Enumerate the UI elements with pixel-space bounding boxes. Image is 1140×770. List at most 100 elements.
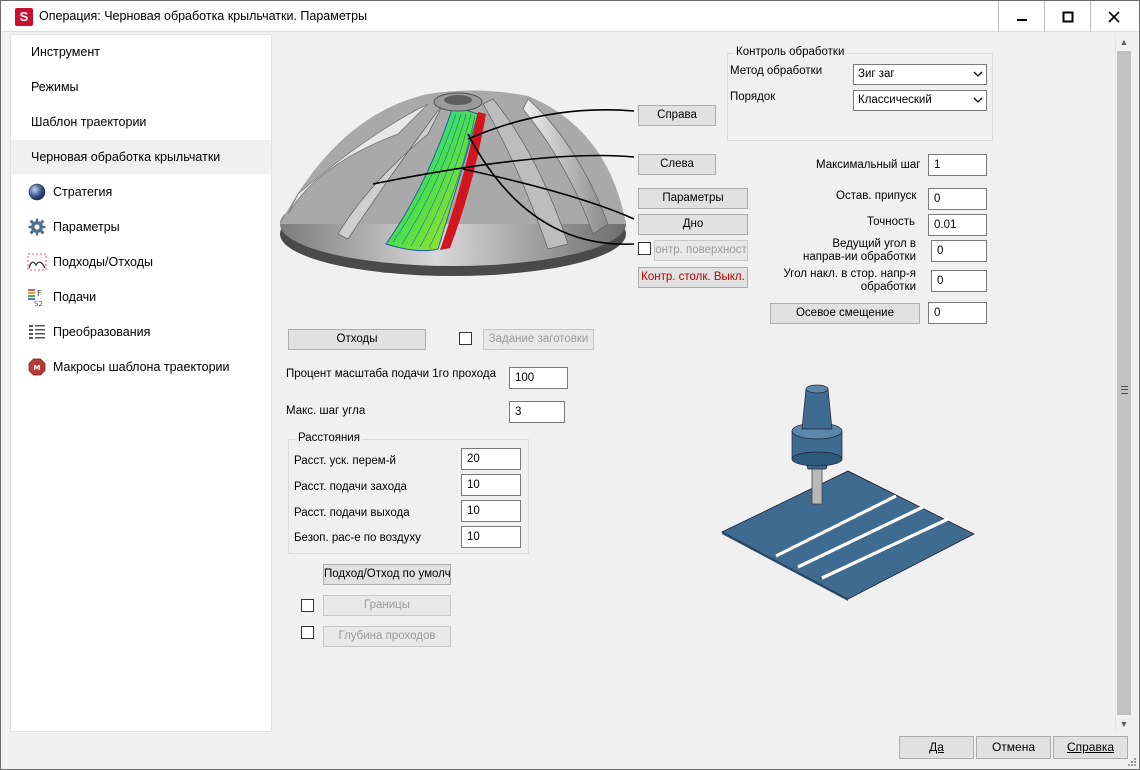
rapid-distance-input[interactable]: 20 — [461, 448, 521, 470]
sphere-icon — [27, 182, 47, 202]
feed-icon: F S2 — [27, 287, 47, 307]
svg-text:M: M — [34, 364, 41, 372]
sidebar-item-label: Преобразования — [53, 325, 151, 339]
sidebar-item-transforms[interactable]: Преобразования — [11, 315, 271, 349]
sidebar-item-toolpath-template[interactable]: Шаблон траектории — [11, 105, 271, 139]
cancel-button[interactable]: Отмена — [976, 736, 1051, 759]
grip-icon — [1121, 386, 1128, 394]
sidebar-item-label: Черновая обработка крыльчатки — [31, 150, 221, 164]
minimize-icon — [1016, 19, 1027, 21]
svg-text:S2: S2 — [34, 300, 43, 307]
tool-illustration — [721, 384, 975, 601]
approach-feed-input[interactable]: 10 — [461, 474, 521, 496]
impeller-illustration — [280, 90, 635, 276]
allowance-input[interactable]: 0 — [928, 188, 987, 210]
title-bar[interactable]: S Операция: Черновая обработка крыльчатк… — [1, 1, 1139, 32]
sidebar-item-strategy[interactable]: Стратегия — [11, 175, 271, 209]
approach-feed-label: Расст. подачи захода — [294, 481, 407, 493]
sidebar-item-label: Макросы шаблона траектории — [53, 360, 230, 374]
stock-checkbox[interactable] — [459, 332, 472, 345]
tilt-angle-input[interactable]: 0 — [931, 270, 987, 292]
sidebar: Инструмент Режимы Шаблон траектории Черн… — [10, 34, 272, 732]
maximize-button[interactable] — [1044, 1, 1090, 32]
right-wall-button[interactable]: Справа — [638, 105, 716, 126]
macro-icon: M — [27, 357, 47, 377]
sidebar-item-parameters[interactable]: Параметры — [11, 210, 271, 244]
max-step-input[interactable]: 1 — [928, 154, 987, 176]
order-select[interactable]: Классический — [853, 90, 987, 111]
max-angle-step-label: Макс. шаг угла — [286, 405, 366, 417]
sidebar-item-label: Параметры — [53, 220, 120, 234]
axial-offset-button[interactable]: Осевое смещение — [770, 303, 920, 324]
help-button[interactable]: Справка — [1053, 736, 1128, 759]
sidebar-item-macros[interactable]: M Макросы шаблона траектории — [11, 350, 271, 384]
surface-check-button[interactable]: онтр. поверхност — [654, 240, 748, 261]
distances-title: Расстояния — [296, 432, 362, 444]
close-button[interactable] — [1090, 1, 1136, 32]
lead-angle-label: Ведущий угол в направ-ии обработки — [803, 238, 916, 263]
chevron-down-icon — [973, 65, 983, 91]
sidebar-item-tool[interactable]: Инструмент — [11, 35, 271, 69]
sidebar-item-label: Стратегия — [53, 185, 113, 199]
chevron-down-icon — [973, 91, 983, 117]
surface-check-checkbox[interactable] — [638, 242, 651, 255]
machining-control-title: Контроль обработки — [734, 46, 847, 58]
sidebar-item-approaches[interactable]: Подходы/Отходы — [11, 245, 271, 279]
sidebar-item-modes[interactable]: Режимы — [11, 70, 271, 104]
parameters-button[interactable]: Параметры — [638, 188, 748, 209]
transform-icon — [27, 322, 47, 342]
dialog-footer: Да Отмена Справка — [1, 733, 1139, 769]
sidebar-item-impeller-roughing[interactable]: Черновая обработка крыльчатки — [11, 140, 271, 174]
method-label: Метод обработки — [730, 65, 823, 77]
gear-icon — [27, 217, 47, 237]
sidebar-item-label: Шаблон траектории — [31, 115, 147, 129]
minimize-button[interactable] — [998, 1, 1044, 32]
exit-feed-label: Расст. подачи выхода — [294, 507, 410, 519]
method-select[interactable]: Зиг заг — [853, 64, 987, 85]
resize-grip-icon[interactable] — [1127, 757, 1137, 767]
default-approach-button[interactable]: Подход/Отход по умолч. — [323, 564, 451, 585]
close-icon — [1107, 11, 1120, 23]
accuracy-input[interactable]: 0.01 — [928, 214, 987, 236]
restore-icon — [1062, 11, 1073, 23]
approach-icon — [27, 252, 47, 272]
window-title: Операция: Черновая обработка крыльчатки.… — [39, 9, 368, 23]
exit-feed-input[interactable]: 10 — [461, 500, 521, 522]
collision-check-button[interactable]: Контр. столк. Выкл. — [638, 267, 748, 288]
sidebar-item-label: Подходы/Отходы — [53, 255, 154, 269]
stock-button[interactable]: Задание заготовки — [483, 329, 594, 350]
order-label: Порядок — [730, 91, 776, 103]
safe-air-input[interactable]: 10 — [461, 526, 521, 548]
svg-text:F: F — [37, 289, 42, 298]
rapid-distance-label: Расст. уск. перем-й — [294, 455, 396, 467]
feed-scale-input[interactable]: 100 — [509, 367, 568, 389]
bounds-button[interactable]: Границы — [323, 595, 451, 616]
sidebar-item-label: Подачи — [53, 290, 97, 304]
parameters-panel: Справа Слева Параметры Дно онтр. поверхн… — [278, 34, 1115, 732]
retracts-button[interactable]: Отходы — [288, 329, 426, 350]
max-step-label: Максимальный шаг — [816, 159, 921, 171]
feed-scale-label: Процент масштаба подачи 1го прохода — [286, 368, 496, 380]
sidebar-item-label: Режимы — [31, 80, 79, 94]
tilt-angle-label: Угол накл. в стор. напр-я обработки — [783, 268, 916, 293]
scroll-up-icon[interactable]: ▲ — [1116, 34, 1132, 50]
sidebar-item-feeds[interactable]: F S2 Подачи — [11, 280, 271, 314]
scroll-thumb[interactable] — [1117, 51, 1131, 715]
safe-air-label: Безоп. рас-е по воздуху — [294, 532, 421, 544]
axial-offset-input[interactable]: 0 — [928, 302, 987, 324]
left-wall-button[interactable]: Слева — [638, 154, 716, 175]
scroll-down-icon[interactable]: ▼ — [1116, 716, 1132, 732]
method-value: Зиг заг — [858, 68, 895, 80]
order-value: Классический — [858, 94, 932, 106]
accuracy-label: Точность — [867, 216, 916, 228]
max-angle-step-input[interactable]: 3 — [509, 401, 565, 423]
allowance-label: Остав. припуск — [836, 190, 917, 202]
depth-checkbox[interactable] — [301, 626, 314, 639]
ok-button[interactable]: Да — [899, 736, 974, 759]
sidebar-item-label: Инструмент — [31, 45, 100, 59]
vertical-scrollbar[interactable]: ▲ ▼ — [1115, 34, 1132, 732]
lead-angle-input[interactable]: 0 — [931, 240, 987, 262]
bounds-checkbox[interactable] — [301, 599, 314, 612]
floor-button[interactable]: Дно — [638, 214, 748, 235]
depth-passes-button[interactable]: Глубина проходов — [323, 626, 451, 647]
